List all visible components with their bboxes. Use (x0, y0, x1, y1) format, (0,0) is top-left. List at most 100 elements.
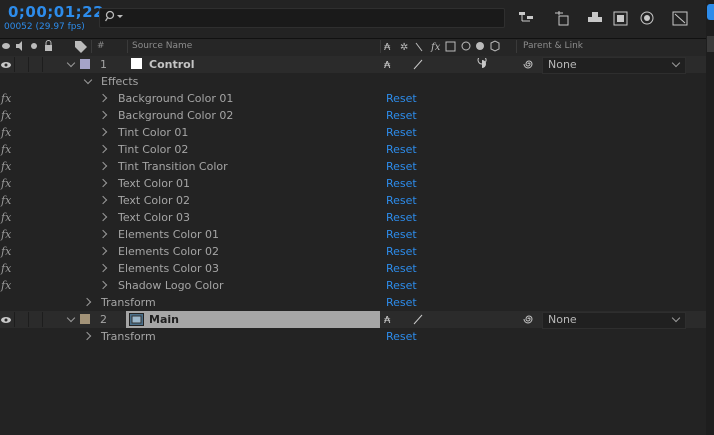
effect-fx-icon[interactable]: fx (1, 143, 11, 156)
expand-chevron-icon[interactable] (98, 144, 108, 154)
layer-switches-header: ₳ ✲ fx (384, 40, 500, 53)
visibility-eye-icon[interactable] (0, 315, 12, 325)
audio-toggle-cell[interactable] (14, 312, 27, 327)
effect-name[interactable]: Elements Color 02 (118, 245, 219, 258)
expand-chevron-icon[interactable] (98, 280, 108, 290)
svg-text:✲: ✲ (400, 42, 408, 53)
svg-text:₳: ₳ (384, 60, 391, 71)
pick-whip-icon[interactable] (522, 58, 536, 70)
label-tag-icon (75, 41, 87, 53)
frame-rate-display: 00052 (29.97 fps) (4, 22, 85, 32)
expand-chevron-icon[interactable] (83, 75, 93, 85)
transform-group-label[interactable]: Transform (101, 330, 156, 343)
graph-editor-icon[interactable] (518, 9, 536, 27)
motion-blur-icon[interactable] (554, 9, 572, 27)
playhead-handle[interactable] (707, 4, 714, 20)
expand-chevron-icon[interactable] (82, 297, 92, 307)
search-icon (105, 10, 123, 22)
effect-name[interactable]: Background Color 01 (118, 92, 233, 105)
effect-fx-icon[interactable]: fx (1, 177, 11, 190)
layer-label-color[interactable] (80, 314, 90, 324)
av-switches-header (2, 40, 52, 51)
expand-chevron-icon[interactable] (98, 195, 108, 205)
effect-name[interactable]: Elements Color 01 (118, 228, 219, 241)
expand-chevron-icon[interactable] (98, 127, 108, 137)
expand-chevron-icon[interactable] (98, 110, 108, 120)
effect-fx-icon[interactable]: fx (1, 160, 11, 173)
parent-value: None (548, 313, 577, 326)
expand-chevron-icon[interactable] (98, 93, 108, 103)
layer-number-header: # (97, 41, 105, 51)
layer-name[interactable]: Main (149, 313, 179, 326)
effect-fx-icon[interactable]: fx (1, 92, 11, 105)
visibility-eye-icon[interactable] (0, 60, 12, 70)
reset-link[interactable]: Reset (386, 262, 417, 275)
scroll-handle[interactable] (707, 36, 714, 52)
parent-value: None (548, 58, 577, 71)
reset-link[interactable]: Reset (386, 296, 417, 309)
svg-text:₳: ₳ (384, 315, 391, 326)
effect-name[interactable]: Text Color 02 (118, 194, 190, 207)
reset-link[interactable]: Reset (386, 92, 417, 105)
effect-name[interactable]: Elements Color 03 (118, 262, 219, 275)
effect-fx-icon[interactable]: fx (1, 109, 11, 122)
reset-link[interactable]: Reset (386, 143, 417, 156)
layer-label-color[interactable] (80, 59, 90, 69)
reset-link[interactable]: Reset (386, 245, 417, 258)
effect-fx-icon[interactable]: fx (1, 245, 11, 258)
comp-flowchart-icon[interactable] (671, 9, 689, 27)
reset-link[interactable]: Reset (386, 211, 417, 224)
effect-name[interactable]: Text Color 03 (118, 211, 190, 224)
expand-chevron-icon[interactable] (98, 246, 108, 256)
reset-link[interactable]: Reset (386, 330, 417, 343)
svg-text:₳: ₳ (384, 42, 391, 53)
precomp-icon (129, 313, 144, 326)
expand-chevron-icon[interactable] (98, 229, 108, 239)
effect-name[interactable]: Tint Transition Color (118, 160, 228, 173)
effect-name[interactable]: Text Color 01 (118, 177, 190, 190)
reset-link[interactable]: Reset (386, 228, 417, 241)
effect-fx-icon[interactable]: fx (1, 279, 11, 292)
reset-link[interactable]: Reset (386, 194, 417, 207)
effect-fx-icon[interactable]: fx (1, 194, 11, 207)
source-name-header[interactable]: Source Name (132, 41, 192, 51)
solo-toggle-cell[interactable] (28, 312, 41, 327)
layer-number: 2 (100, 313, 107, 326)
effect-name[interactable]: Shadow Logo Color (118, 279, 224, 292)
search-input[interactable] (99, 8, 505, 28)
solo-toggle-cell[interactable] (28, 57, 41, 72)
audio-toggle-cell[interactable] (14, 57, 27, 72)
panel-edge (706, 0, 714, 435)
effect-name[interactable]: Tint Color 02 (118, 143, 188, 156)
layer-switches[interactable]: ₳ (384, 313, 514, 326)
expand-chevron-icon[interactable] (98, 178, 108, 188)
frame-blending-icon[interactable] (612, 9, 630, 27)
solid-layer-icon (131, 58, 142, 69)
shy-icon[interactable] (638, 9, 656, 27)
effect-fx-icon[interactable]: fx (1, 262, 11, 275)
reset-link[interactable]: Reset (386, 109, 417, 122)
lock-toggle-cell[interactable] (42, 312, 55, 327)
effect-fx-icon[interactable]: fx (1, 126, 11, 139)
effect-fx-icon[interactable]: fx (1, 211, 11, 224)
expand-chevron-icon[interactable] (98, 263, 108, 273)
expand-chevron-icon[interactable] (82, 331, 92, 341)
current-time-display[interactable]: 0;00;01;22 (8, 3, 104, 21)
reset-link[interactable]: Reset (386, 126, 417, 139)
reset-link[interactable]: Reset (386, 279, 417, 292)
effect-name[interactable]: Tint Color 01 (118, 126, 188, 139)
lock-toggle-cell[interactable] (42, 57, 55, 72)
draft-3d-icon[interactable] (586, 9, 604, 27)
layer-name[interactable]: Control (149, 58, 194, 71)
reset-link[interactable]: Reset (386, 177, 417, 190)
reset-link[interactable]: Reset (386, 160, 417, 173)
effect-fx-icon[interactable]: fx (1, 228, 11, 241)
expand-chevron-icon[interactable] (98, 161, 108, 171)
svg-text:fx: fx (430, 42, 441, 53)
expand-chevron-icon[interactable] (98, 212, 108, 222)
layer-switches[interactable]: ₳ (384, 58, 514, 71)
effects-group-label[interactable]: Effects (101, 75, 138, 88)
transform-group-label[interactable]: Transform (101, 296, 156, 309)
pick-whip-icon[interactable] (522, 313, 536, 325)
effect-name[interactable]: Background Color 02 (118, 109, 233, 122)
